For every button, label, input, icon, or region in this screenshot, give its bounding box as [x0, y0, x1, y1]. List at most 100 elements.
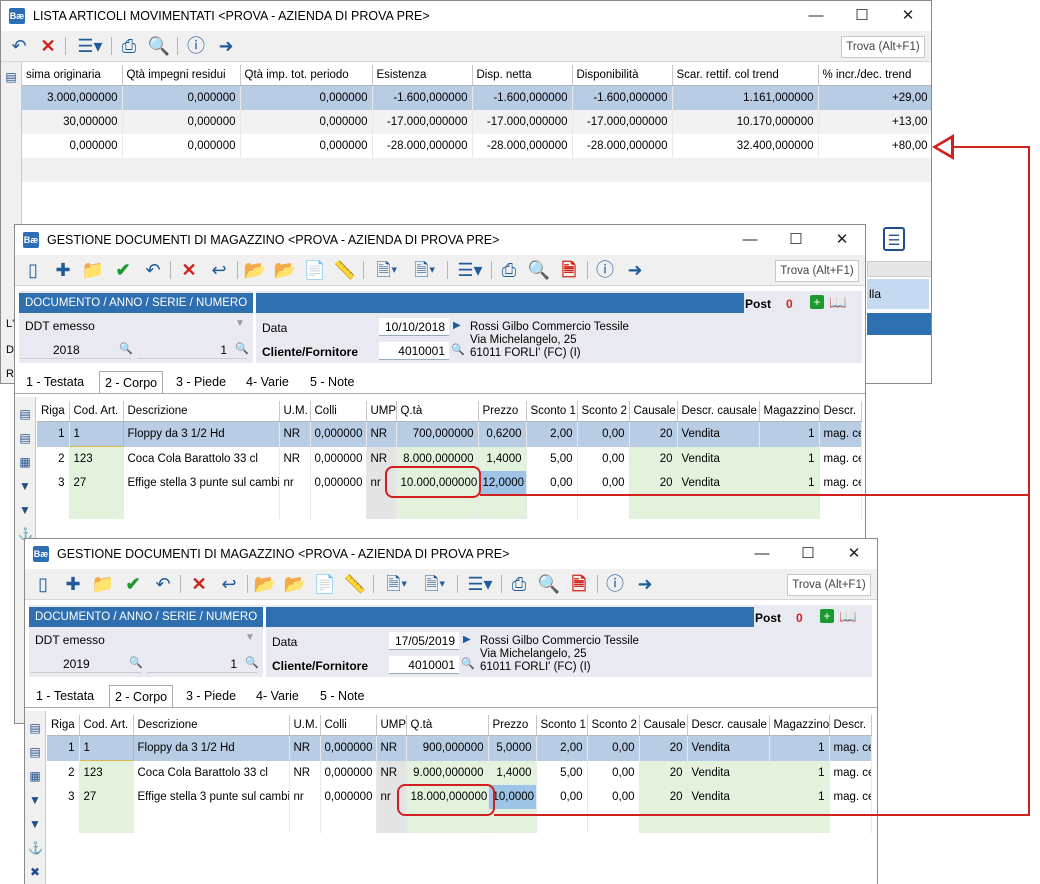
column-header[interactable]: Prezzo [478, 401, 527, 422]
folder-red-icon[interactable]: 📂 [253, 573, 277, 595]
search-icon[interactable]: 🔍 [451, 343, 465, 356]
folder-yellow-icon[interactable]: 📂 [283, 573, 307, 595]
add-icon[interactable]: + [810, 295, 824, 309]
column-header[interactable]: Magazzino [769, 715, 830, 736]
cell[interactable]: 1 [68, 421, 124, 447]
number-field[interactable]: 1 [147, 655, 257, 673]
book-icon[interactable]: 📖 [839, 608, 856, 625]
rows-icon[interactable]: ▤ [28, 745, 42, 759]
tab-piede[interactable]: 3 - Piede [181, 685, 241, 707]
document-icon[interactable]: 📄 [313, 573, 337, 595]
column-header[interactable]: UMP [376, 715, 407, 736]
close-button[interactable]: ✕ [819, 225, 865, 255]
open-folder-icon[interactable]: 📁 [91, 573, 115, 595]
column-header[interactable]: Descr. causale [677, 401, 760, 422]
help-icon[interactable]: ⓘ [184, 35, 208, 57]
minimize-button[interactable]: — [739, 539, 785, 569]
search-icon[interactable]: 🔍 [129, 656, 143, 669]
tab-varie[interactable]: 4- Varie [241, 371, 294, 393]
undo-icon[interactable]: ↶ [151, 573, 175, 595]
table-row[interactable]: 3.000,000000 0,000000 0,000000 -1.600,00… [22, 85, 931, 110]
print-preview-icon[interactable]: 🔍 [537, 573, 561, 595]
column-header[interactable]: Causale [629, 401, 678, 422]
tab-note[interactable]: 5 - Note [305, 371, 359, 393]
doc-type-select[interactable]: DDT emesso [21, 317, 247, 335]
exit-icon[interactable]: ➜ [633, 573, 657, 595]
maximize-button[interactable]: ☐ [785, 539, 831, 569]
exit-icon[interactable]: ➜ [214, 35, 238, 57]
cell[interactable]: 1 [78, 735, 134, 761]
print-icon[interactable]: ⎙ [497, 259, 521, 281]
tab-corpo[interactable]: 2 - Corpo [99, 371, 164, 394]
table-row[interactable]: 1 1 Floppy da 3 1/2 Hd NR 0,000000 NR 70… [37, 421, 862, 447]
column-header[interactable]: Disponibilità [572, 65, 673, 86]
column-header[interactable]: Descr. [829, 715, 872, 736]
help-icon[interactable]: ⓘ [593, 259, 617, 281]
exit-icon[interactable]: ➜ [623, 259, 647, 281]
table-row[interactable]: 0,000000 0,000000 0,000000 -28.000,00000… [22, 134, 931, 158]
pdf-icon[interactable]: 🗎 [557, 259, 581, 281]
list-icon[interactable]: ▤ [4, 70, 18, 84]
folder-red-icon[interactable]: 📂 [243, 259, 267, 281]
maximize-button[interactable]: ☐ [839, 1, 885, 31]
column-header[interactable]: Magazzino [759, 401, 820, 422]
new-doc-icon[interactable]: ▯ [21, 259, 45, 281]
filter-plus-icon[interactable]: ▼ [18, 503, 32, 517]
print-preview-icon[interactable]: 🔍 [527, 259, 551, 281]
search-icon[interactable]: 🔍 [235, 342, 249, 355]
print-icon[interactable]: ⎙ [507, 573, 531, 595]
chevron-down-icon[interactable]: ▼ [235, 318, 245, 329]
delete-icon[interactable]: ✕ [177, 259, 201, 281]
find-button[interactable]: Trova (Alt+F1) [775, 260, 859, 282]
table-row[interactable]: 30,000000 0,000000 0,000000 -17.000,0000… [22, 110, 931, 134]
tab-piede[interactable]: 3 - Piede [171, 371, 231, 393]
undo-icon[interactable]: ↶ [141, 259, 165, 281]
list-icon[interactable]: ▤ [18, 407, 32, 421]
add-icon[interactable]: + [820, 609, 834, 623]
page-dropdown-icon[interactable]: 🗎▾ [371, 259, 403, 281]
column-header[interactable]: Sconto 1 [526, 401, 578, 422]
search-icon[interactable]: 🔍 [119, 342, 133, 355]
column-header[interactable]: Descr. causale [687, 715, 770, 736]
document-icon[interactable]: 📄 [303, 259, 327, 281]
column-header[interactable]: Prezzo [488, 715, 537, 736]
print-icon[interactable]: ⎙ [117, 35, 141, 57]
tab-testata[interactable]: 1 - Testata [21, 371, 89, 393]
close-button[interactable]: ✕ [831, 539, 877, 569]
find-button[interactable]: Trova (Alt+F1) [841, 36, 925, 58]
help-icon[interactable]: ⓘ [603, 573, 627, 595]
tab-testata[interactable]: 1 - Testata [31, 685, 99, 707]
new-doc-icon[interactable]: ▯ [31, 573, 55, 595]
date-field[interactable]: 17/05/2019 [389, 632, 459, 650]
column-header[interactable]: Q.tà [406, 715, 489, 736]
search-icon[interactable]: 🔍 [245, 656, 259, 669]
detail-list-icon[interactable]: ☰ [883, 227, 905, 251]
column-header[interactable]: Riga [37, 401, 70, 422]
page2-dropdown-icon[interactable]: 🗎▾ [419, 573, 451, 595]
column-header[interactable]: UMP [366, 401, 397, 422]
number-field[interactable]: 1 [137, 341, 247, 359]
search-icon[interactable]: 🔍 [461, 657, 475, 670]
book-icon[interactable]: 📖 [829, 294, 846, 311]
tab-corpo[interactable]: 2 - Corpo [109, 685, 174, 708]
minimize-button[interactable]: — [793, 1, 839, 31]
column-header[interactable]: Descrizione [133, 715, 290, 736]
client-code-field[interactable]: 4010001 [389, 656, 459, 674]
find-button[interactable]: Trova (Alt+F1) [787, 574, 871, 596]
column-header[interactable]: % incr./dec. trend [818, 65, 931, 86]
delete-icon[interactable]: ✕ [187, 573, 211, 595]
revert-icon[interactable]: ↩ [207, 259, 231, 281]
confirm-icon[interactable]: ✔ [111, 259, 135, 281]
scissors-icon[interactable]: ✖ [28, 865, 42, 879]
column-header[interactable]: U.M. [279, 401, 311, 422]
page-dropdown-icon[interactable]: 🗎▾ [381, 573, 413, 595]
back-icon[interactable]: ↶ [7, 35, 31, 57]
close-button[interactable]: ✕ [885, 1, 931, 31]
filter-icon[interactable]: ▼ [28, 793, 42, 807]
column-header[interactable]: Descrizione [123, 401, 280, 422]
minimize-button[interactable]: — [727, 225, 773, 255]
year-field[interactable]: 2018 [21, 341, 131, 359]
scroll-bar[interactable] [867, 261, 931, 277]
column-header[interactable]: Qtà imp. tot. periodo [240, 65, 373, 86]
menu-icon[interactable]: ☰▾ [463, 573, 497, 595]
